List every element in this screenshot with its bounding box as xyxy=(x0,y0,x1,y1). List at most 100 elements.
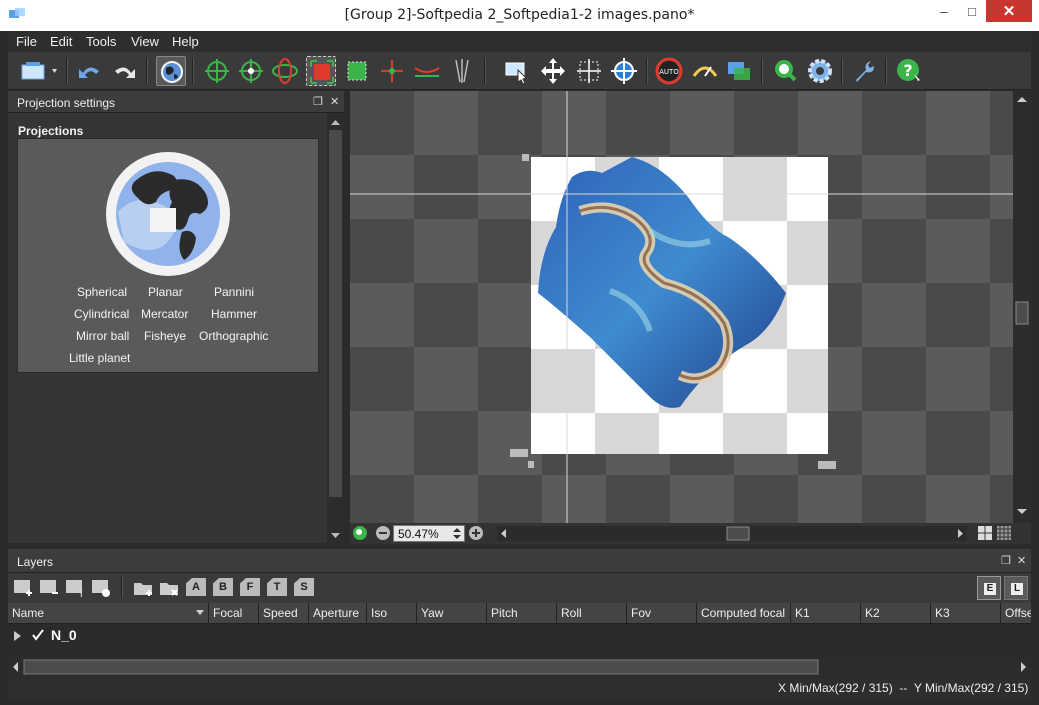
expand-view-button[interactable]: E xyxy=(977,576,1001,600)
add-group-icon[interactable] xyxy=(132,577,154,599)
projection-fisheye[interactable]: Fisheye xyxy=(144,329,186,343)
column-aperture[interactable]: Aperture xyxy=(309,603,367,624)
projection-mercator[interactable]: Mercator xyxy=(141,307,188,321)
status-text: X Min/Max(292 / 315) -- Y Min/Max(292 / … xyxy=(778,681,1029,695)
add-layer-icon[interactable] xyxy=(12,577,34,599)
exposure-icon[interactable] xyxy=(690,56,720,86)
remove-layer-icon[interactable] xyxy=(38,577,60,599)
expand-view-label: E xyxy=(984,583,996,595)
zoom-spin-icon[interactable] xyxy=(451,526,463,541)
projection-spherical[interactable]: Spherical xyxy=(77,285,127,299)
column-k1[interactable]: K1 xyxy=(791,603,861,624)
projection-pannini[interactable]: Pannini xyxy=(214,285,254,299)
group-s-button[interactable]: S xyxy=(294,578,314,596)
layers-panel-header: Layers ❐ ✕ xyxy=(8,549,1031,573)
zoom-in-icon[interactable] xyxy=(468,525,484,541)
orbit-icon[interactable] xyxy=(270,56,300,86)
export-icon[interactable] xyxy=(16,56,62,86)
zoom-out-icon[interactable] xyxy=(375,525,391,541)
window-title: [Group 2]-Softpedia 2_Softpedia1-2 image… xyxy=(344,7,695,23)
projection-planar[interactable]: Planar xyxy=(148,285,183,299)
menu-help[interactable]: Help xyxy=(172,34,199,49)
expand-arrow-icon[interactable] xyxy=(14,631,22,641)
projection-orthographic[interactable]: Orthographic xyxy=(199,329,268,343)
horizon-icon[interactable] xyxy=(412,56,442,86)
undo-icon[interactable] xyxy=(75,56,105,86)
zoom-fit-icon[interactable] xyxy=(352,525,368,541)
mask-icon[interactable] xyxy=(342,56,372,86)
projection-mirror-ball[interactable]: Mirror ball xyxy=(76,329,129,343)
column-pitch[interactable]: Pitch xyxy=(487,603,557,624)
layer-info-icon[interactable]: i xyxy=(64,577,86,599)
projection-cylindrical[interactable]: Cylindrical xyxy=(74,307,129,321)
crop-fit-icon[interactable] xyxy=(306,56,336,86)
projection-close-button[interactable]: ✕ xyxy=(330,95,339,108)
table-row[interactable]: N_0 xyxy=(8,626,1031,646)
menu-file[interactable]: File xyxy=(16,34,37,49)
projection-little-planet[interactable]: Little planet xyxy=(69,351,130,365)
redo-icon[interactable] xyxy=(109,56,139,86)
layer-settings-icon[interactable] xyxy=(90,577,112,599)
auto-color-icon[interactable]: AUTO xyxy=(654,56,684,86)
wrench-icon[interactable] xyxy=(850,56,880,86)
column-fov[interactable]: Fov xyxy=(627,603,697,624)
crosshair-move-icon[interactable] xyxy=(236,56,266,86)
menu-bar: File Edit Tools View Help xyxy=(8,31,1031,52)
settings-icon[interactable] xyxy=(805,56,835,86)
column-iso[interactable]: Iso xyxy=(367,603,417,624)
column-name[interactable]: Name xyxy=(8,603,209,624)
move-icon[interactable] xyxy=(538,56,568,86)
column-focal[interactable]: Focal xyxy=(209,603,259,624)
blend-icon[interactable] xyxy=(724,56,754,86)
layer-visible-checkbox[interactable] xyxy=(32,629,44,641)
grid-view-icon[interactable] xyxy=(996,525,1012,541)
help-icon[interactable]: ? xyxy=(894,56,924,86)
single-view-icon[interactable] xyxy=(977,525,993,541)
globe-icon xyxy=(106,152,230,276)
layers-table-body: N_0 xyxy=(8,624,1031,658)
column-yaw[interactable]: Yaw xyxy=(417,603,487,624)
layers-float-button[interactable]: ❐ xyxy=(1001,554,1011,567)
title-bar: [Group 2]-Softpedia 2_Softpedia1-2 image… xyxy=(0,0,1039,31)
panorama-image xyxy=(350,91,1013,523)
menu-edit[interactable]: Edit xyxy=(50,34,72,49)
group-t-button[interactable]: T xyxy=(267,578,287,596)
search-icon[interactable] xyxy=(770,56,800,86)
remove-group-icon[interactable] xyxy=(158,577,180,599)
target-icon[interactable] xyxy=(609,56,639,86)
zoom-bar: 50.47% xyxy=(350,523,1031,544)
column-k2[interactable]: K2 xyxy=(861,603,931,624)
group-f-button[interactable]: F xyxy=(240,578,260,596)
panorama-viewport[interactable] xyxy=(350,91,1013,523)
select-icon[interactable] xyxy=(502,56,532,86)
menu-tools[interactable]: Tools xyxy=(86,34,116,49)
layers-panel-title: Layers xyxy=(17,555,54,569)
viewport-horizontal-scrollbar[interactable] xyxy=(497,526,967,541)
viewport-vertical-scrollbar[interactable] xyxy=(1013,91,1031,523)
layers-close-button[interactable]: ✕ xyxy=(1017,554,1026,567)
projection-hammer[interactable]: Hammer xyxy=(211,307,257,321)
group-b-button[interactable]: B xyxy=(213,578,233,596)
column-k3[interactable]: K3 xyxy=(931,603,1001,624)
column-computed-focal[interactable]: Computed focal xyxy=(697,603,791,624)
chevron-down-icon xyxy=(196,610,204,615)
list-view-button[interactable]: L xyxy=(1004,576,1028,600)
close-button[interactable]: ✕ xyxy=(986,0,1032,22)
projection-float-button[interactable]: ❐ xyxy=(313,95,323,108)
layers-toolbar: i A B F T S E L xyxy=(8,573,1031,603)
spread-icon[interactable] xyxy=(574,56,604,86)
menu-view[interactable]: View xyxy=(131,34,159,49)
globe-view-icon[interactable] xyxy=(156,56,186,86)
maximize-button[interactable]: □ xyxy=(958,0,986,22)
anchor-icon[interactable] xyxy=(377,56,407,86)
column-speed[interactable]: Speed xyxy=(259,603,309,624)
layers-horizontal-scrollbar[interactable] xyxy=(8,658,1031,676)
projection-panel-scrollbar[interactable] xyxy=(327,113,344,543)
svg-text:AUTO: AUTO xyxy=(659,68,679,76)
minimize-button[interactable]: – xyxy=(930,0,958,22)
crosshair-add-icon[interactable] xyxy=(202,56,232,86)
column-roll[interactable]: Roll xyxy=(557,603,627,624)
mirror-icon[interactable] xyxy=(447,56,477,86)
group-a-button[interactable]: A xyxy=(186,578,206,596)
column-offset[interactable]: Offse xyxy=(1001,603,1031,624)
